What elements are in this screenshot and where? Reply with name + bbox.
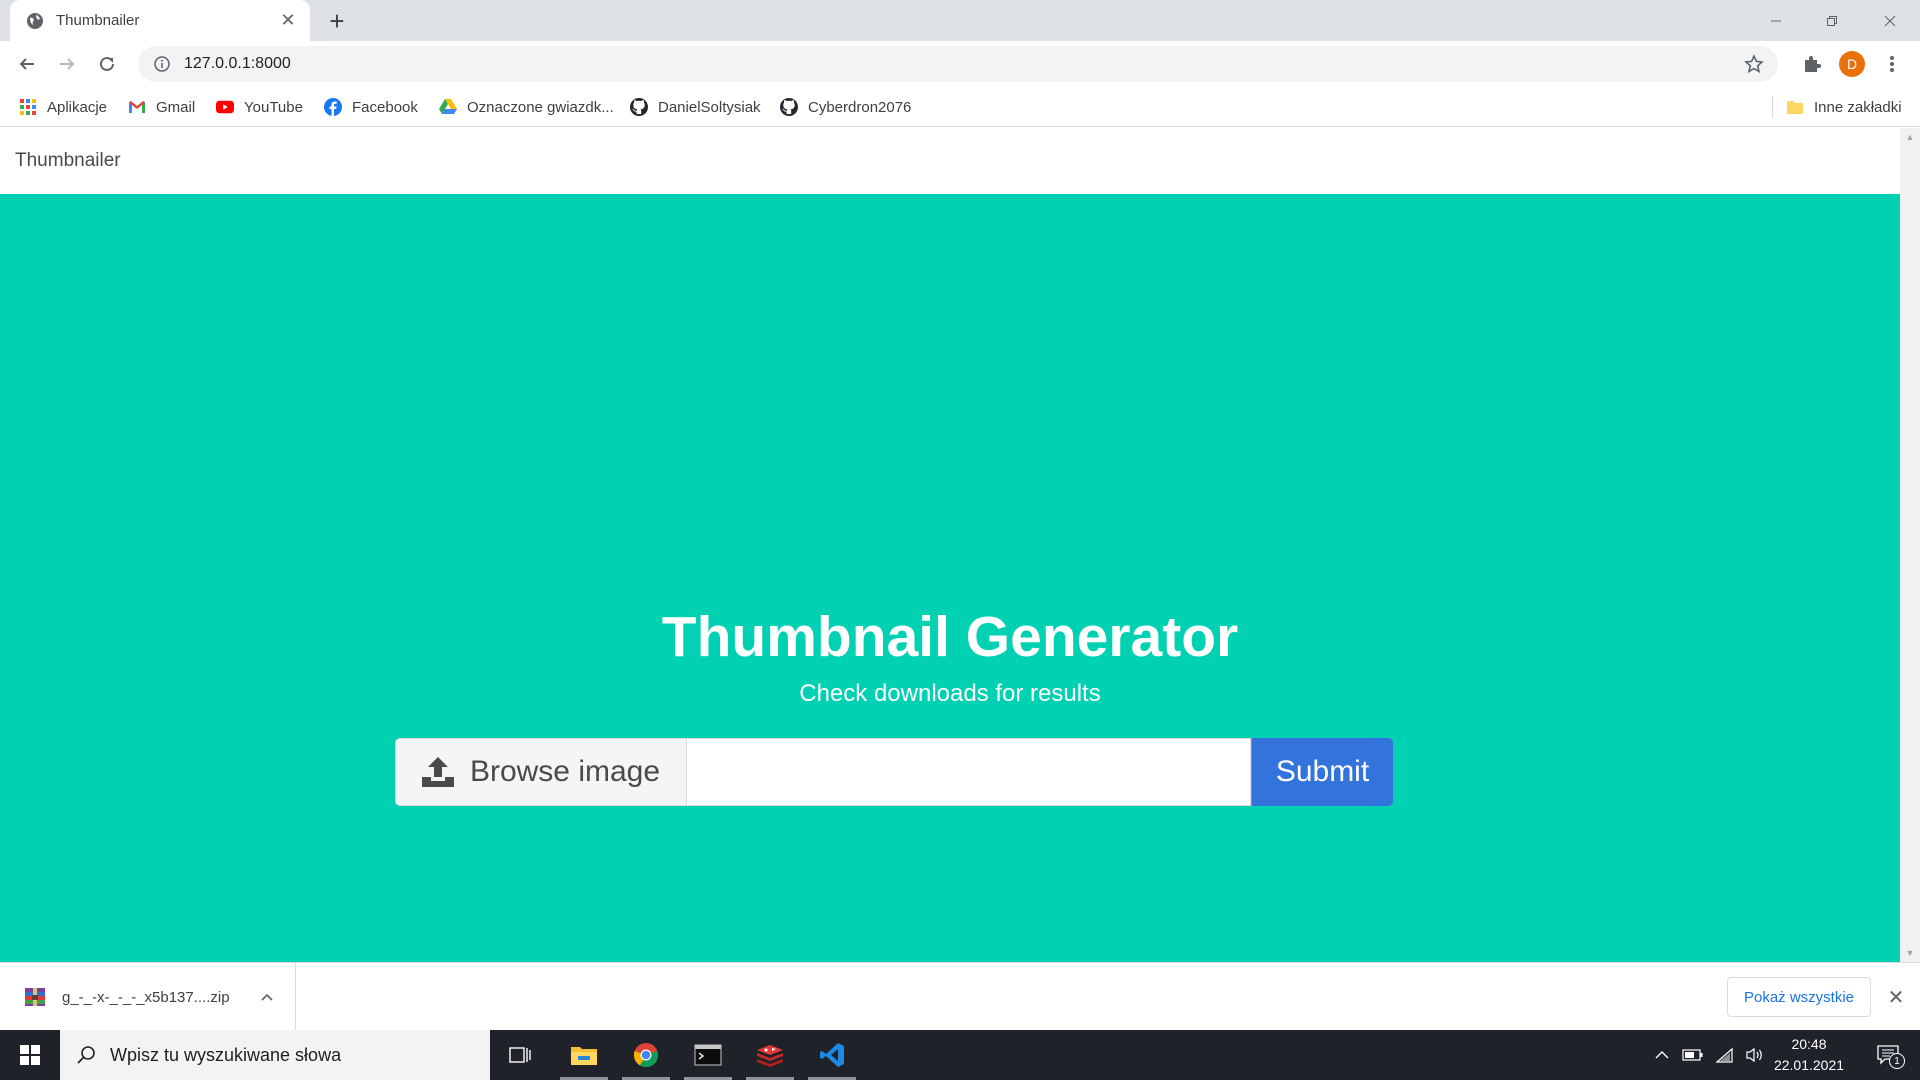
folder-icon — [1786, 98, 1804, 116]
clock-time: 20:48 — [1791, 1036, 1827, 1052]
file-explorer-icon[interactable] — [556, 1030, 612, 1080]
close-tab-icon[interactable]: ✕ — [276, 9, 300, 33]
show-all-downloads-button[interactable]: Pokaż wszystkie — [1727, 977, 1871, 1017]
bookmark-drive-starred[interactable]: Oznaczone gwiazdk... — [439, 88, 614, 126]
hero-subtitle: Check downloads for results — [799, 680, 1101, 707]
bookmark-facebook[interactable]: Facebook — [324, 88, 418, 126]
bookmark-label: Gmail — [156, 98, 196, 116]
bookmarks-bar: Aplikacje Gmail YouTube Facebook Oznaczo… — [0, 88, 1920, 127]
submit-button[interactable]: Submit — [1252, 738, 1393, 806]
bookmark-youtube[interactable]: YouTube — [216, 88, 303, 126]
tab-title: Thumbnailer — [56, 12, 140, 29]
bookmark-cyberdron2076[interactable]: Cyberdron2076 — [780, 88, 911, 126]
vscode-icon[interactable] — [804, 1030, 860, 1080]
download-item[interactable]: g_-_-x-_-_-_x5b137....zip — [0, 963, 296, 1031]
url-text: 127.0.0.1:8000 — [184, 55, 291, 72]
scroll-up-icon[interactable]: ▲ — [1900, 128, 1920, 146]
upload-icon — [421, 757, 454, 787]
youtube-icon — [216, 98, 234, 116]
download-filename: g_-_-x-_-_-_x5b137....zip — [62, 988, 230, 1006]
bookmark-star-icon[interactable] — [1736, 46, 1772, 82]
gmail-icon — [128, 98, 146, 116]
navbar-brand[interactable]: Thumbnailer — [15, 150, 121, 172]
zip-archive-icon — [24, 986, 46, 1008]
apps-grid-icon — [19, 98, 37, 116]
profile-initial: D — [1839, 51, 1865, 77]
browser-toolbar: 127.0.0.1:8000 D — [0, 41, 1920, 88]
profile-avatar[interactable]: D — [1836, 48, 1868, 80]
terminal-icon[interactable] — [680, 1030, 736, 1080]
google-drive-icon — [439, 98, 457, 116]
minimize-icon[interactable] — [1748, 0, 1804, 41]
battery-icon[interactable] — [1678, 1030, 1708, 1080]
restore-icon[interactable] — [1804, 0, 1860, 41]
site-navbar: Thumbnailer — [0, 128, 1900, 194]
taskbar-clock[interactable]: 20:48 22.01.2021 — [1766, 1034, 1852, 1076]
bookmarks-divider — [1772, 96, 1773, 118]
chrome-icon[interactable] — [618, 1030, 674, 1080]
clock-date: 22.01.2021 — [1773, 1057, 1845, 1073]
windows-start-icon[interactable] — [0, 1030, 60, 1080]
forward-arrow-icon[interactable] — [51, 48, 83, 80]
downloads-bar: g_-_-x-_-_-_x5b137....zip Pokaż wszystki… — [0, 962, 1920, 1031]
browse-image-label: Browse image — [469, 755, 661, 788]
facebook-icon — [324, 98, 342, 116]
notification-count: 1 — [1889, 1053, 1905, 1069]
bookmark-label: DanielSoltysiak — [658, 98, 761, 116]
windows-taskbar: Wpisz tu wyszukiwane słowa 20:48 22.01.2… — [0, 1030, 1920, 1080]
new-tab-icon[interactable]: + — [324, 6, 350, 36]
hero-title: Thumbnail Generator — [661, 605, 1239, 669]
page-scrollbar[interactable]: ▲ ▼ — [1900, 128, 1920, 962]
bookmark-gmail[interactable]: Gmail — [128, 88, 195, 126]
reload-icon[interactable] — [91, 48, 123, 80]
github-icon — [780, 98, 798, 116]
browse-image-button[interactable]: Browse image — [395, 738, 687, 806]
scroll-down-icon[interactable]: ▼ — [1900, 944, 1920, 962]
search-icon — [74, 1043, 98, 1067]
upload-form: Browse image Submit — [395, 738, 1393, 806]
chevron-up-icon[interactable] — [255, 985, 279, 1009]
bookmark-aplikacje[interactable]: Aplikacje — [19, 88, 107, 126]
more-menu-icon[interactable] — [1876, 48, 1908, 80]
action-center-icon[interactable]: 1 — [1866, 1030, 1910, 1080]
close-downloads-icon[interactable]: ✕ — [1884, 985, 1908, 1009]
github-icon — [630, 98, 648, 116]
file-name-field[interactable] — [687, 738, 1251, 806]
info-icon[interactable] — [144, 46, 180, 82]
extensions-puzzle-icon[interactable] — [1796, 48, 1828, 80]
screen: Thumbnailer ✕ + 127.0.0.1:8000 D Aplikac… — [0, 0, 1920, 1080]
task-view-icon[interactable] — [492, 1030, 548, 1080]
tray-chevron-up-icon[interactable] — [1648, 1030, 1676, 1080]
bookmark-label: YouTube — [244, 98, 303, 116]
bookmark-other-folder[interactable]: Inne zakładki — [1786, 88, 1902, 126]
browser-tab[interactable]: Thumbnailer ✕ — [10, 0, 310, 41]
bookmark-label: Inne zakładki — [1814, 98, 1902, 116]
hero-section: Thumbnail Generator Check downloads for … — [0, 194, 1900, 962]
close-window-icon[interactable] — [1862, 0, 1918, 41]
bookmark-label: Aplikacje — [47, 98, 108, 116]
bookmark-label: Cyberdron2076 — [808, 98, 912, 116]
page-viewport: Thumbnailer Thumbnail Generator Check do… — [0, 128, 1900, 962]
back-arrow-icon[interactable] — [11, 48, 43, 80]
bookmark-danielsoltysiak[interactable]: DanielSoltysiak — [630, 88, 761, 126]
search-placeholder: Wpisz tu wyszukiwane słowa — [110, 1044, 342, 1065]
tab-strip: Thumbnailer ✕ + — [0, 0, 1920, 41]
network-icon[interactable] — [1710, 1030, 1740, 1080]
address-bar[interactable]: 127.0.0.1:8000 — [138, 46, 1778, 82]
taskbar-search-box[interactable]: Wpisz tu wyszukiwane słowa — [60, 1030, 490, 1080]
redis-icon[interactable] — [742, 1030, 798, 1080]
globe-icon — [26, 12, 44, 30]
notifications-icon: 1 — [1877, 1045, 1905, 1069]
bookmark-label: Facebook — [352, 98, 418, 116]
bookmark-label: Oznaczone gwiazdk... — [467, 98, 614, 116]
